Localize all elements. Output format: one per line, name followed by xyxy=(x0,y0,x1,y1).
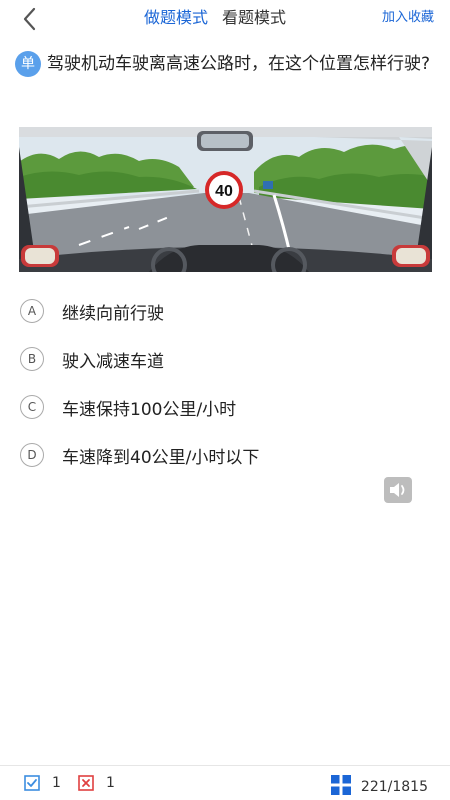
add-favorite-button[interactable]: 加入收藏 xyxy=(382,9,434,27)
correct-count: 1 xyxy=(52,775,61,791)
progress-text: 221/1815 xyxy=(360,779,428,795)
option-a[interactable]: A 继续向前行驶 xyxy=(20,287,430,335)
question-type-badge: 单 xyxy=(15,51,41,77)
tab-view-mode[interactable]: 看题模式 xyxy=(222,6,286,30)
option-c-letter: C xyxy=(20,395,44,419)
bottom-bar: 1 1 221/1815 xyxy=(0,765,450,800)
wrong-stat: 1 xyxy=(78,775,115,791)
tab-practice-mode[interactable]: 做题模式 xyxy=(144,6,208,30)
question-text-block: 单驾驶机动车驶离高速公路时，在这个位置怎样行驶? xyxy=(15,50,435,78)
grid-icon xyxy=(330,775,351,799)
correct-stat: 1 xyxy=(24,775,61,791)
wrong-count: 1 xyxy=(106,775,115,791)
top-bar: 做题模式 看题模式 加入收藏 xyxy=(0,0,450,40)
option-b[interactable]: B 驶入减速车道 xyxy=(20,335,430,383)
check-box-icon xyxy=(24,775,40,791)
cross-box-icon xyxy=(78,775,94,791)
mode-tabs: 做题模式 看题模式 xyxy=(144,6,286,30)
option-d-letter: D xyxy=(20,443,44,467)
option-b-letter: B xyxy=(20,347,44,371)
answer-options: A 继续向前行驶 B 驶入减速车道 C 车速保持100公里/小时 D 车速降到4… xyxy=(20,287,430,479)
back-chevron-icon[interactable] xyxy=(18,6,44,32)
option-a-text: 继续向前行驶 xyxy=(62,303,164,324)
question-text: 驾驶机动车驶离高速公路时，在这个位置怎样行驶? xyxy=(47,54,431,74)
scene-speed-sign-text: 40 xyxy=(215,183,233,200)
option-d[interactable]: D 车速降到40公里/小时以下 xyxy=(20,431,430,479)
option-a-letter: A xyxy=(20,299,44,323)
option-c-text: 车速保持100公里/小时 xyxy=(62,399,237,420)
question-progress-button[interactable]: 221/1815 xyxy=(330,775,428,799)
option-c[interactable]: C 车速保持100公里/小时 xyxy=(20,383,430,431)
option-d-text: 车速降到40公里/小时以下 xyxy=(62,447,260,468)
speaker-icon[interactable] xyxy=(384,477,412,503)
option-b-text: 驶入减速车道 xyxy=(62,351,164,372)
question-image: 40 xyxy=(19,127,432,272)
